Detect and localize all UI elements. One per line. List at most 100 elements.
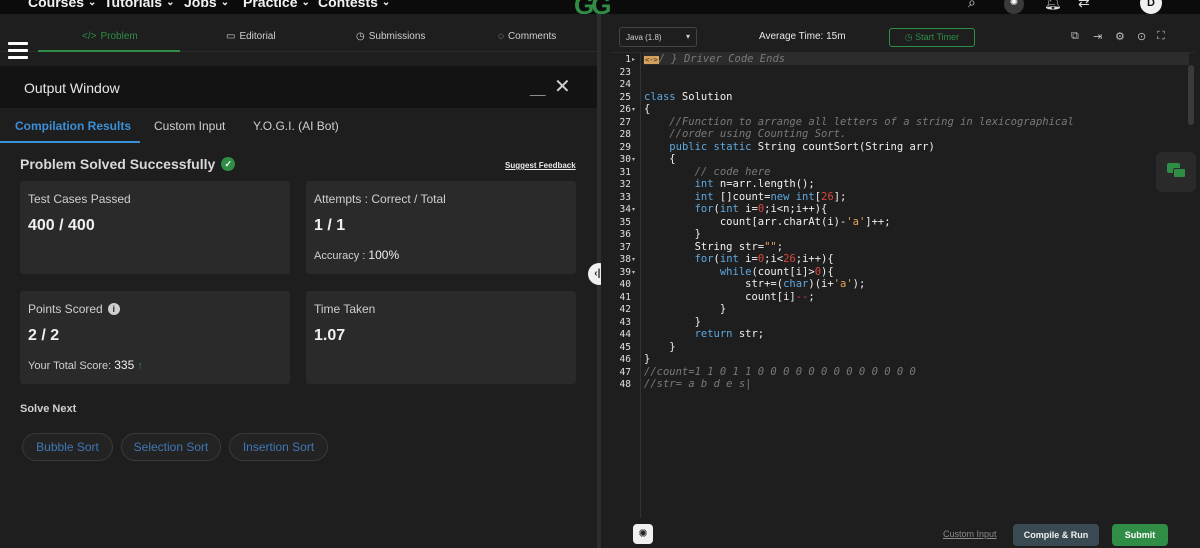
- line-number: 1: [625, 54, 631, 65]
- tab-problem[interactable]: </> Problem: [82, 31, 138, 42]
- clock-icon: ◷: [356, 31, 365, 42]
- problem-tabs: </> Problem ▭ Editorial ◷ Submissions ◌ …: [0, 14, 597, 52]
- line-number: 44: [619, 329, 631, 340]
- line-number: 40: [619, 279, 631, 290]
- active-tab-indicator: [38, 50, 180, 52]
- info-icon[interactable]: i: [107, 303, 120, 315]
- card-label: Points Scored i: [28, 302, 120, 316]
- line-number: 38: [619, 254, 631, 265]
- exit-icon[interactable]: ⇥: [1093, 30, 1102, 43]
- card-value: 1 / 1: [314, 217, 346, 234]
- card-label: Attempts : Correct / Total: [314, 192, 446, 206]
- custom-input-link[interactable]: Custom Input: [943, 529, 997, 539]
- line-number: 23: [619, 67, 631, 78]
- nav-practice[interactable]: Practice ⌄: [243, 0, 310, 10]
- code-line: }: [644, 228, 701, 240]
- line-number: 30: [619, 154, 631, 165]
- code-line: class Solution: [644, 91, 733, 103]
- solve-next-heading: Solve Next: [20, 403, 77, 415]
- code-editor[interactable]: 1 ▸ 23 24 25 26 ▾ 27 28 29 30 ▾ 31 32 33 34…: [611, 52, 1195, 519]
- menu-icon[interactable]: [8, 42, 28, 59]
- chevron-down-icon: ⌄: [166, 0, 175, 8]
- theme-toggle-icon[interactable]: ✺: [1004, 0, 1024, 14]
- code-line: count[arr.charAt(i)-'a']++;: [644, 216, 891, 228]
- translate-icon[interactable]: ⇄: [1078, 0, 1090, 11]
- status-message: Problem Solved Successfully ✓: [20, 156, 236, 172]
- card-value: 1.07: [314, 327, 346, 344]
- solve-next-insertion-sort[interactable]: Insertion Sort: [229, 433, 328, 461]
- solve-next-bubble-sort[interactable]: Bubble Sort: [22, 433, 113, 461]
- line-number: 48: [619, 379, 631, 390]
- nav-tutorials[interactable]: Tutorials ⌄: [104, 0, 174, 10]
- check-circle-icon: ✓: [221, 157, 236, 171]
- card-label: Time Taken: [314, 302, 376, 316]
- tab-label: Comments: [507, 31, 557, 42]
- nav-jobs[interactable]: Jobs ⌄: [184, 0, 229, 10]
- line-number: 47: [619, 367, 631, 378]
- line-number: 37: [619, 242, 631, 253]
- chat-icon[interactable]: [1156, 152, 1196, 192]
- search-icon[interactable]: ⌕: [968, 0, 976, 11]
- lightbulb-icon[interactable]: ✺: [633, 524, 653, 544]
- submit-button[interactable]: Submit: [1112, 524, 1168, 546]
- editor-scrollbar[interactable]: [1188, 65, 1194, 125]
- start-timer-button[interactable]: ◷ Start Timer: [889, 28, 975, 47]
- site-logo[interactable]: GG: [574, 0, 611, 14]
- code-line: int n=arr.length();: [694, 178, 815, 190]
- line-number: 36: [619, 229, 631, 240]
- code-line: public static String countSort(String ar…: [669, 141, 935, 153]
- line-number: 43: [619, 317, 631, 328]
- suggest-feedback-link[interactable]: Suggest Feedback: [505, 161, 576, 170]
- bell-icon[interactable]: 🔔︎: [1044, 0, 1062, 11]
- code-line: //str= a b d e s|: [644, 378, 752, 390]
- line-number: 26: [619, 104, 631, 115]
- language-select[interactable]: Java (1.8) ▾: [619, 27, 697, 47]
- tab-label: Editorial: [239, 31, 276, 42]
- fold-arrow-icon[interactable]: ▾: [632, 156, 635, 163]
- tab-submissions[interactable]: ◷ Submissions: [356, 31, 425, 42]
- left-panel: </> Problem ▭ Editorial ◷ Submissions ◌ …: [0, 14, 597, 548]
- status-text: Problem Solved Successfully: [20, 156, 216, 172]
- timer-icon: ◷: [904, 32, 913, 42]
- tab-label: Submissions: [368, 31, 426, 42]
- tab-custom-input[interactable]: Custom Input: [154, 119, 225, 133]
- reset-icon[interactable]: ⊙: [1137, 30, 1146, 43]
- avatar[interactable]: D: [1140, 0, 1162, 14]
- tab-yogi-ai-bot[interactable]: Y.O.G.I. (AI Bot): [253, 119, 339, 133]
- tab-label: Problem: [100, 31, 138, 42]
- accuracy-label: Accuracy :: [314, 250, 366, 262]
- fold-arrow-icon[interactable]: ▾: [632, 256, 635, 263]
- fold-arrow-icon[interactable]: ▸: [632, 56, 635, 63]
- output-tabs: Compilation Results Custom Input Y.O.G.I…: [0, 108, 597, 144]
- tab-compilation-results[interactable]: Compilation Results: [15, 119, 131, 133]
- code-line: //order using Counting Sort.: [669, 128, 847, 140]
- line-number: 24: [619, 79, 631, 90]
- code-line: }: [644, 353, 651, 365]
- total-score: Your Total Score: 335 ↑: [28, 358, 143, 372]
- code-line: <->/ } Driver Code Ends: [644, 53, 786, 65]
- settings-icon[interactable]: ⚙: [1115, 30, 1125, 43]
- close-icon[interactable]: ✕: [554, 74, 571, 99]
- nav-contests[interactable]: Contests ⌄: [318, 0, 390, 10]
- line-number: 34: [619, 204, 631, 215]
- time-card: Time Taken 1.07: [306, 291, 576, 384]
- code-line: for(int i=0;i<26;i++){: [694, 253, 834, 265]
- code-line: }: [644, 316, 701, 328]
- fold-arrow-icon[interactable]: ▾: [632, 206, 635, 213]
- minimize-icon[interactable]: __: [530, 80, 546, 96]
- fold-arrow-icon[interactable]: ▾: [632, 106, 635, 113]
- line-number: 33: [619, 192, 631, 203]
- fold-arrow-icon[interactable]: ▾: [632, 269, 635, 276]
- chevron-down-icon: ⌄: [301, 0, 310, 8]
- tab-editorial[interactable]: ▭ Editorial: [226, 31, 276, 42]
- active-tab-indicator: [0, 141, 140, 143]
- line-number: 42: [619, 304, 631, 315]
- language-value: Java (1.8): [626, 33, 662, 42]
- tab-comments[interactable]: ◌ Comments: [498, 31, 556, 42]
- copy-icon[interactable]: ⧉: [1071, 30, 1079, 43]
- fullscreen-icon[interactable]: ⛶: [1157, 30, 1165, 43]
- nav-courses[interactable]: Courses ⌄: [28, 0, 96, 10]
- solve-next-selection-sort[interactable]: Selection Sort: [121, 433, 221, 461]
- compile-run-button[interactable]: Compile & Run: [1013, 524, 1099, 546]
- code-line: while(count[i]>0){: [719, 266, 834, 278]
